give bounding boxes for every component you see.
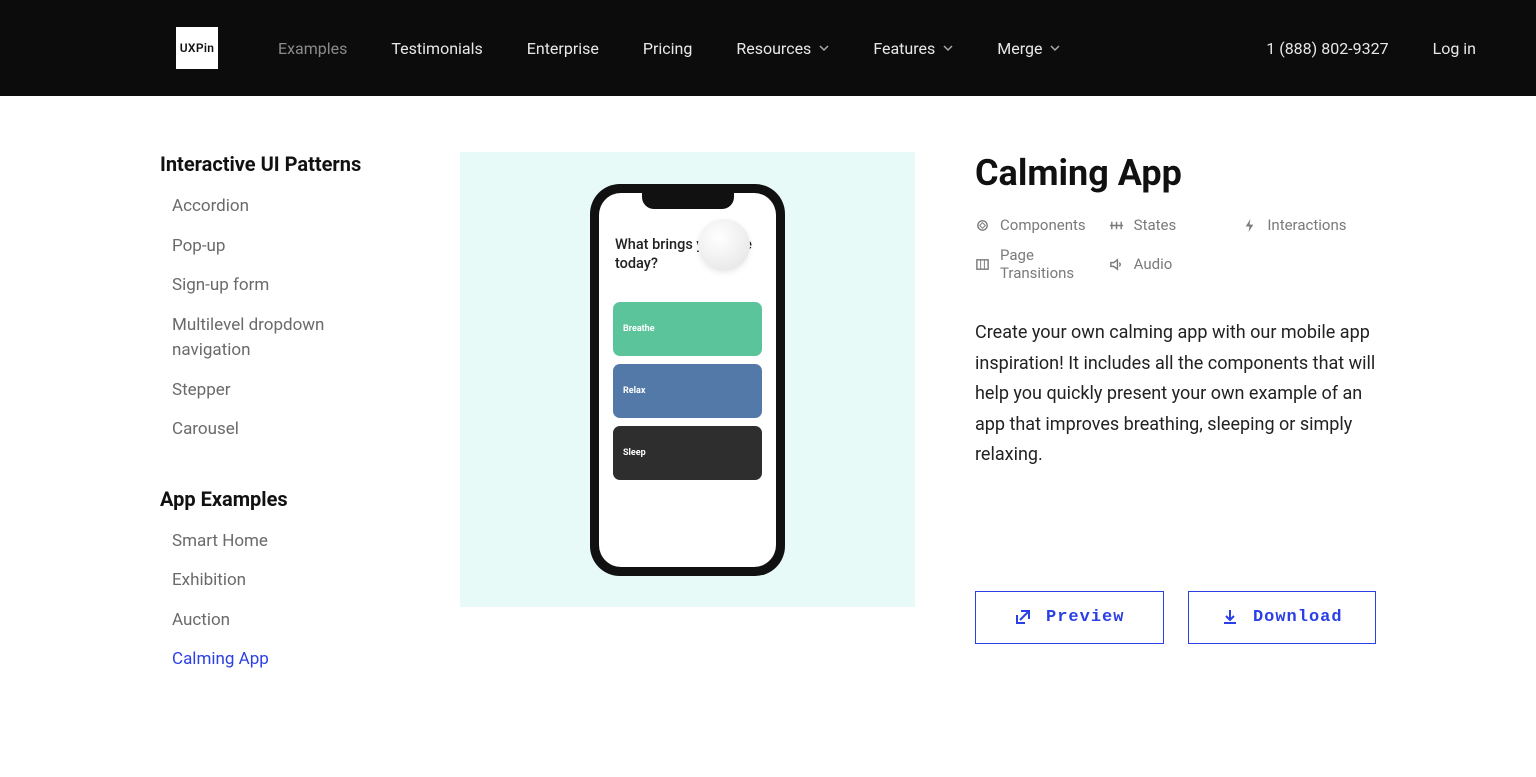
meta-label: Interactions [1267,216,1346,234]
sidebar-item-smarthome[interactable]: Smart Home [160,529,400,555]
chevron-down-icon [819,43,829,53]
nav-pricing[interactable]: Pricing [643,39,693,58]
nav-label: Features [873,39,935,58]
sidebar-section-title: Interactive UI Patterns [160,152,400,176]
meta-states: States [1109,216,1243,234]
phone-screen: What brings you here today? Breathe Rela… [599,193,776,567]
login-link[interactable]: Log in [1433,39,1476,58]
meta-label: Components [1000,216,1086,234]
sidebar-item-stepper[interactable]: Stepper [160,378,400,404]
sidebar-item-carousel[interactable]: Carousel [160,417,400,443]
sidebar-item-multilevel[interactable]: Multilevel dropdown navigation [160,313,400,364]
preview-box: What brings you here today? Breathe Rela… [460,152,915,607]
external-link-icon [1014,608,1032,626]
nav-label: Testimonials [391,39,482,58]
card-breathe: Breathe [613,302,762,356]
main-nav: Examples Testimonials Enterprise Pricing… [278,39,1266,58]
states-icon [1109,218,1124,233]
nav-label: Merge [997,39,1042,58]
nav-enterprise[interactable]: Enterprise [527,39,599,58]
meta-label: Audio [1134,255,1173,273]
detail-column: Calming App Components States Interactio… [975,152,1376,717]
preview-button[interactable]: Preview [975,591,1164,644]
sidebar-list-examples: Smart Home Exhibition Auction Calming Ap… [160,529,400,673]
audio-icon [1109,257,1124,272]
meta-label: States [1134,216,1177,234]
nav-resources[interactable]: Resources [736,39,829,58]
sidebar-item-exhibition[interactable]: Exhibition [160,568,400,594]
button-label: Download [1253,608,1343,627]
meta-interactions: Interactions [1242,216,1376,234]
interactions-icon [1242,218,1257,233]
sidebar-item-popup[interactable]: Pop-up [160,234,400,260]
nav-label: Pricing [643,39,693,58]
sidebar-item-accordion[interactable]: Accordion [160,194,400,220]
chevron-down-icon [943,43,953,53]
main-content: Interactive UI Patterns Accordion Pop-up… [0,96,1536,777]
nav-label: Enterprise [527,39,599,58]
phone-number[interactable]: 1 (888) 802-9327 [1266,39,1388,58]
action-buttons: Preview Download [975,591,1376,644]
card-sleep: Sleep [613,426,762,480]
phone-mockup: What brings you here today? Breathe Rela… [590,184,785,576]
meta-label: Page Transitions [1000,246,1109,282]
sidebar-list-patterns: Accordion Pop-up Sign-up form Multilevel… [160,194,400,443]
sidebar-section-title: App Examples [160,487,400,511]
sidebar: Interactive UI Patterns Accordion Pop-up… [160,152,400,717]
nav-merge[interactable]: Merge [997,39,1060,58]
sidebar-item-auction[interactable]: Auction [160,608,400,634]
phone-notch [642,193,734,209]
download-icon [1221,608,1239,626]
meta-audio: Audio [1109,246,1243,282]
meta-components: Components [975,216,1109,234]
description-text: Create your own calming app with our mob… [975,318,1376,471]
sidebar-item-signup[interactable]: Sign-up form [160,273,400,299]
download-button[interactable]: Download [1188,591,1377,644]
card-relax: Relax [613,364,762,418]
nav-features[interactable]: Features [873,39,953,58]
meta-transitions: Page Transitions [975,246,1109,282]
top-header: UXPin Examples Testimonials Enterprise P… [0,0,1536,96]
components-icon [975,218,990,233]
nav-testimonials[interactable]: Testimonials [391,39,482,58]
preview-column: What brings you here today? Breathe Rela… [460,152,915,717]
header-right: 1 (888) 802-9327 Log in [1266,39,1476,58]
logo[interactable]: UXPin [176,27,218,69]
meta-grid: Components States Interactions Page Tran… [975,216,1376,282]
button-label: Preview [1046,608,1124,627]
chevron-down-icon [1050,43,1060,53]
transitions-icon [975,257,990,272]
play-button[interactable] [698,219,750,271]
sidebar-item-calming-app[interactable]: Calming App [160,647,400,673]
nav-examples[interactable]: Examples [278,39,347,58]
nav-label: Examples [278,39,347,58]
nav-label: Resources [736,39,811,58]
page-title: Calming App [975,152,1376,194]
